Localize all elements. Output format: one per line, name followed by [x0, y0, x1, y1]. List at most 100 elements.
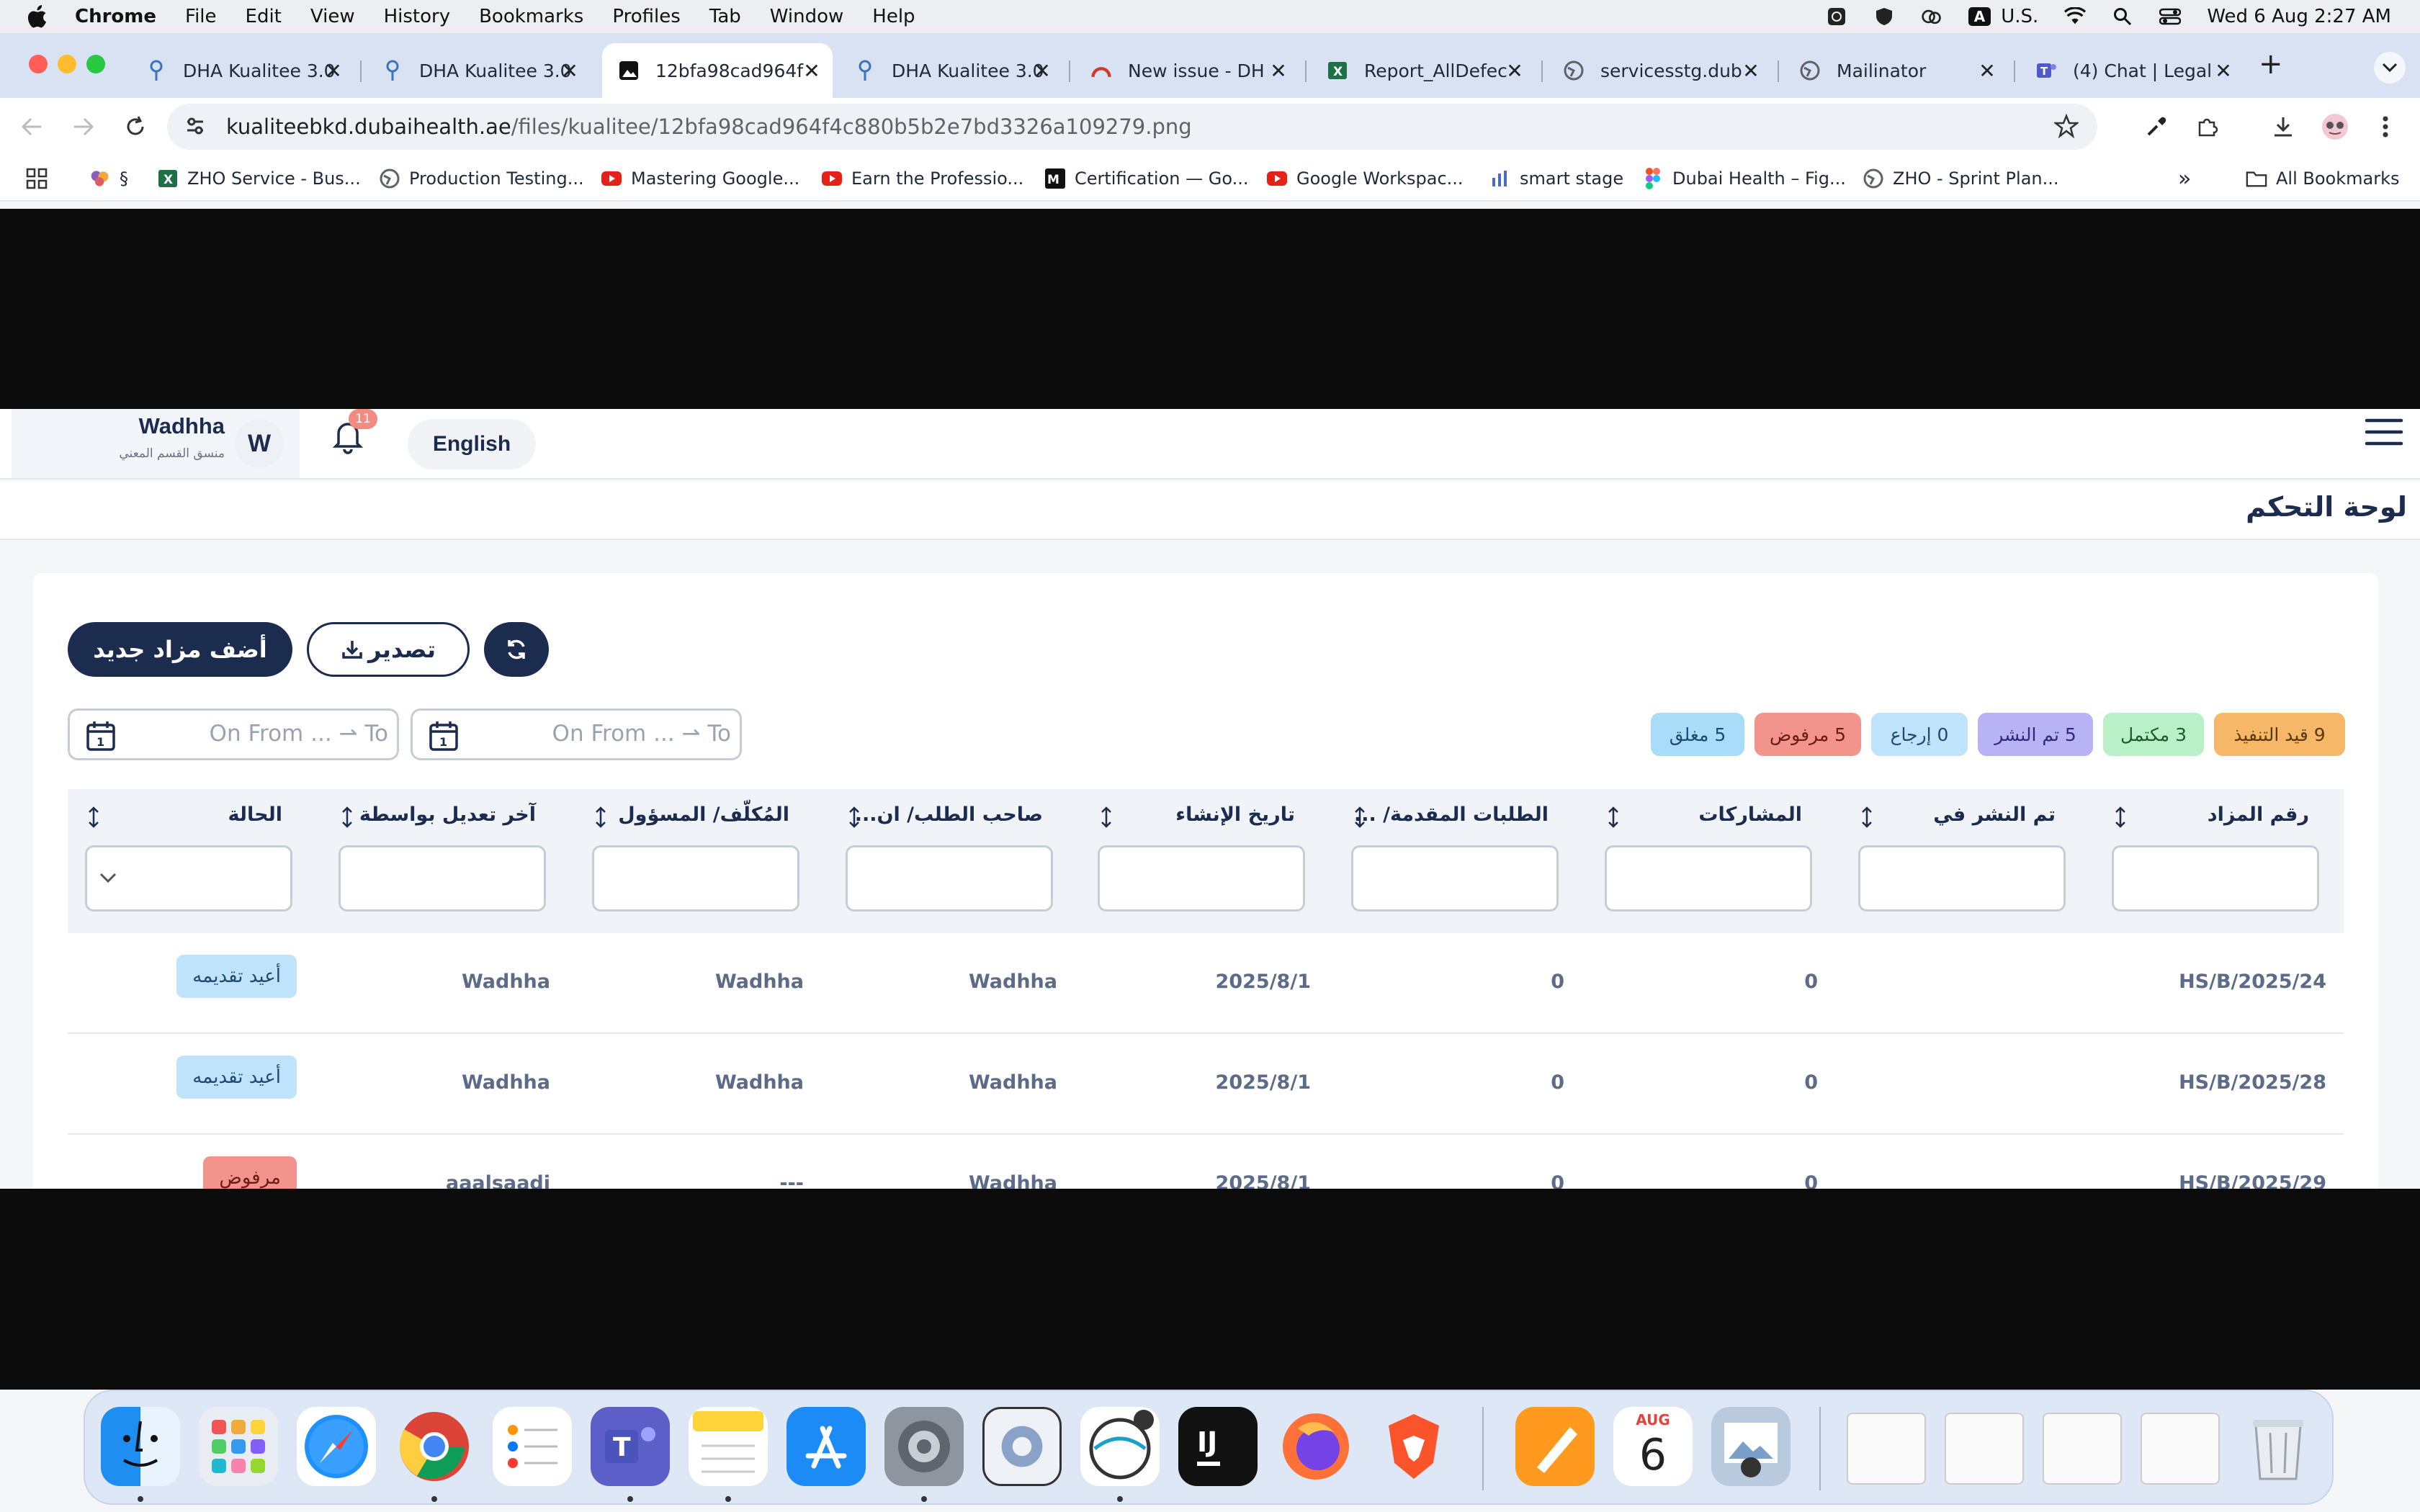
status-chip-closed[interactable]: 5 مغلق	[1651, 713, 1744, 756]
browser-tab[interactable]: Mailinator ✕	[1783, 43, 2008, 98]
filter-input-created-date[interactable]	[1098, 845, 1305, 912]
filter-select-status[interactable]	[85, 845, 292, 912]
menu-history[interactable]: History	[384, 6, 451, 27]
chevron-down-icon[interactable]	[99, 872, 117, 883]
more-bookmarks-chevron-icon[interactable]: »	[2178, 166, 2191, 192]
browser-tab[interactable]: DHA Kualitee 3.0 ✕	[366, 43, 591, 98]
menu-edit[interactable]: Edit	[246, 6, 282, 27]
teams-icon[interactable]: T	[591, 1407, 670, 1486]
column-header-published-in[interactable]: تم النشر في	[1858, 804, 2066, 826]
filter-input-participations[interactable]	[1605, 845, 1812, 912]
minimized-window-thumbnail[interactable]	[2141, 1413, 2220, 1485]
sort-icon[interactable]	[340, 806, 354, 828]
status-chip-returned[interactable]: 0 إرجاع	[1871, 713, 1968, 756]
browser-tab-active[interactable]: 12bfa98cad964f ✕	[602, 43, 833, 98]
tab-close-icon[interactable]: ✕	[1031, 59, 1053, 83]
notes-icon[interactable]	[689, 1407, 768, 1486]
window-close-button[interactable]	[29, 55, 48, 73]
sort-icon[interactable]	[847, 806, 861, 828]
menu-window[interactable]: Window	[770, 6, 844, 27]
new-tab-plus-icon[interactable]: +	[2259, 48, 2283, 81]
input-source-label[interactable]: U.S.	[2001, 6, 2038, 27]
column-header-assignee[interactable]: المُكلّف/ المسؤول	[592, 804, 799, 826]
status-chip-rejected[interactable]: 5 مرفوض	[1754, 713, 1861, 756]
filter-input-auction-number[interactable]	[2112, 845, 2319, 912]
cell-auction-number[interactable]: HS/B/2025/24	[2179, 971, 2326, 993]
sort-icon[interactable]	[1099, 806, 1113, 828]
address-bar[interactable]: kualiteebkd.dubaihealth.ae/files/kualite…	[167, 104, 2097, 150]
bookmark-star-icon[interactable]	[2053, 113, 2080, 141]
trash-icon[interactable]	[2238, 1407, 2318, 1486]
site-info-icon[interactable]	[184, 115, 206, 140]
status-chip-completed[interactable]: 3 مكتمل	[2103, 713, 2204, 756]
filter-input-last-modified-by[interactable]	[339, 845, 546, 912]
preview-icon[interactable]	[1711, 1407, 1791, 1486]
bookmark-item[interactable]: smart stage	[1489, 166, 1623, 192]
control-center-icon[interactable]	[2159, 6, 2182, 27]
url-text[interactable]: kualiteebkd.dubaihealth.ae/files/kualite…	[226, 114, 1192, 139]
finder-icon[interactable]	[101, 1407, 180, 1486]
sort-icon[interactable]	[1353, 806, 1367, 828]
minimized-window-thumbnail[interactable]	[1945, 1413, 2024, 1485]
bookmark-item[interactable]: X ZHO Service - Bus...	[157, 166, 361, 192]
menu-profiles[interactable]: Profiles	[612, 6, 680, 27]
export-button[interactable]: تصدير	[307, 622, 470, 677]
input-source-icon[interactable]: A	[1968, 7, 1991, 26]
sort-icon[interactable]	[1606, 806, 1621, 828]
vpn-shield-icon[interactable]	[1873, 6, 1895, 27]
safari-icon[interactable]	[297, 1407, 376, 1486]
user-profile-box[interactable]: W Wadhha منسق القسم المعني	[12, 409, 300, 478]
table-row[interactable]: HS/B/2025/24 0 0 2025/8/1 Wadhha Wadhha …	[68, 933, 2344, 1034]
cell-auction-number[interactable]: HS/B/2025/28	[2179, 1071, 2326, 1094]
launchpad-icon[interactable]	[199, 1407, 278, 1486]
column-header-status[interactable]: الحالة	[85, 804, 292, 826]
brave-icon[interactable]	[1374, 1407, 1453, 1486]
browser-tab[interactable]: X Report_AllDefec ✕	[1311, 43, 1536, 98]
menu-file[interactable]: File	[185, 6, 217, 27]
browser-tab[interactable]: DHA Kualitee 3.0 ✕	[838, 43, 1063, 98]
column-header-requester[interactable]: صاحب الطلب/ ان...	[846, 804, 1053, 826]
minimized-window-thumbnail[interactable]	[1847, 1413, 1926, 1485]
bookmark-item[interactable]: Google Workspac...	[1266, 166, 1464, 192]
sort-icon[interactable]	[593, 806, 608, 828]
menubar-clock[interactable]: Wed 6 Aug 2:27 AM	[2207, 6, 2391, 27]
menu-bookmarks[interactable]: Bookmarks	[479, 6, 583, 27]
tab-close-icon[interactable]: ✕	[1740, 59, 1762, 83]
minimized-window-thumbnail[interactable]	[2043, 1413, 2122, 1485]
tab-close-icon[interactable]: ✕	[1268, 59, 1289, 83]
filter-input-requester[interactable]	[846, 845, 1053, 912]
menu-help[interactable]: Help	[872, 6, 915, 27]
hamburger-menu-icon[interactable]	[2364, 416, 2404, 449]
language-toggle-button[interactable]: English	[408, 419, 536, 469]
column-header-submitted-requests[interactable]: الطلبات المقدمة/ ...	[1351, 804, 1559, 826]
apps-grid-icon[interactable]	[26, 166, 48, 192]
tab-close-icon[interactable]: ✕	[1504, 59, 1525, 83]
tab-close-icon[interactable]: ✕	[559, 59, 581, 83]
column-header-auction-number[interactable]: رقم المزاد	[2112, 804, 2319, 826]
wifi-icon[interactable]	[2064, 6, 2087, 27]
tab-search-chevron-icon[interactable]	[2374, 52, 2406, 84]
filter-input-published-in[interactable]	[1858, 845, 2066, 912]
tab-close-icon[interactable]: ✕	[2213, 59, 2234, 83]
intellij-icon[interactable]: IJ	[1178, 1407, 1258, 1486]
firefox-icon[interactable]	[1276, 1407, 1355, 1486]
downloads-icon[interactable]	[2267, 111, 2299, 143]
extensions-puzzle-icon[interactable]	[2191, 111, 2223, 143]
tab-close-icon[interactable]: ✕	[323, 59, 344, 83]
eyedropper-extension-icon[interactable]	[2141, 111, 2172, 143]
date-range-field-2[interactable]: 1 On From ... ⇀ To	[411, 708, 742, 760]
calendar-icon[interactable]: 1	[427, 719, 460, 752]
pages-icon[interactable]	[1515, 1407, 1595, 1486]
calendar-icon[interactable]: 1	[84, 719, 117, 752]
bookmark-item[interactable]: Earn the Professio...	[821, 166, 1023, 192]
status-chip-in-progress[interactable]: 9 قيد التنفيذ	[2214, 713, 2345, 756]
refresh-button[interactable]	[484, 622, 549, 677]
bookmark-item[interactable]: Production Testing...	[379, 166, 584, 192]
column-header-created-date[interactable]: تاريخ الإنشاء	[1098, 804, 1305, 826]
cloud-app-icon[interactable]	[1921, 6, 1942, 27]
forward-arrow-icon[interactable]	[68, 111, 99, 143]
table-row[interactable]: HS/B/2025/28 0 0 2025/8/1 Wadhha Wadhha …	[68, 1034, 2344, 1135]
filter-input-submitted-requests[interactable]	[1351, 845, 1559, 912]
bookmark-item[interactable]: Mastering Google...	[601, 166, 799, 192]
filter-input-assignee[interactable]	[592, 845, 799, 912]
